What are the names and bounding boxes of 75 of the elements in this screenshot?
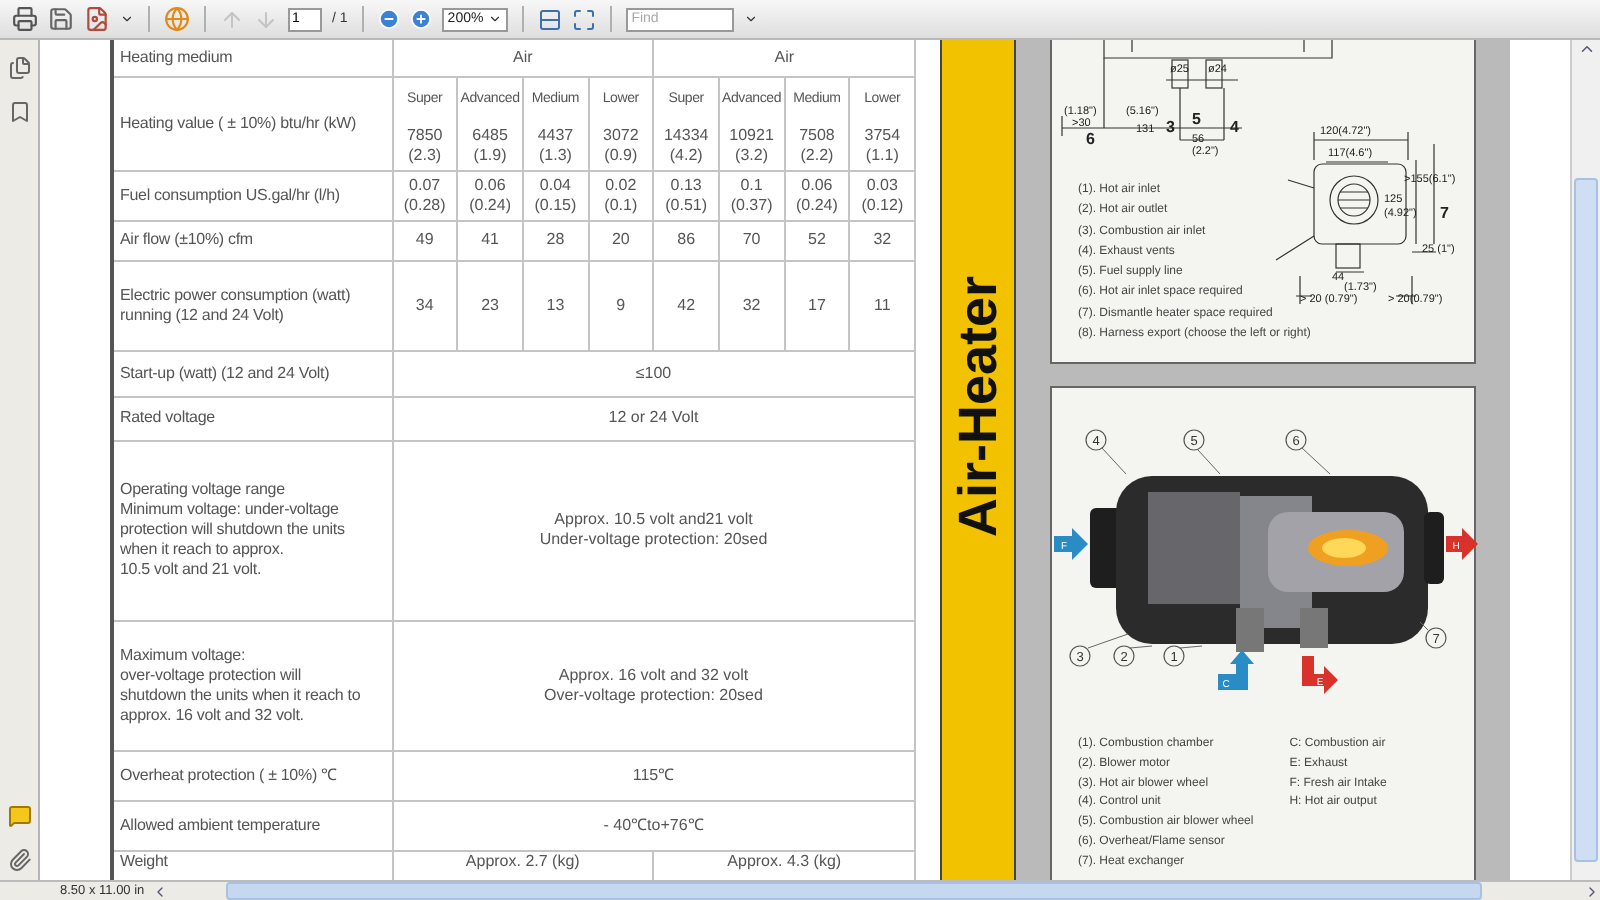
page-view-icon[interactable] [537, 7, 562, 31]
dimension-label: 7 [1440, 204, 1449, 222]
caret-icon[interactable] [487, 12, 502, 26]
table-cell: 20 [588, 220, 654, 260]
table-cell: 0.06 (0.24) [784, 170, 850, 220]
table-cell: 86 [653, 220, 719, 260]
table-cell: 52 [784, 220, 850, 260]
row-label: Maximum voltage: over-voltage protection will shutdown the units when it reach to approx. 16 volt and 32 volt. [112, 620, 392, 750]
dimension-label: 6 [1086, 130, 1095, 148]
table-cell: 3072 (0.9) [588, 124, 654, 170]
paperclip-icon[interactable] [7, 848, 31, 872]
table-cell: 70 [718, 220, 785, 260]
row-label: Rated voltage [112, 396, 392, 440]
table-cell: 0.13 (0.51) [653, 170, 719, 220]
pages-icon[interactable] [7, 56, 31, 80]
table-cell: 32 [718, 260, 785, 350]
dimension-label: 3 [1166, 118, 1175, 136]
caret-icon[interactable] [120, 12, 134, 26]
table-cell: 13 [522, 260, 589, 350]
scroll-right-icon[interactable] [1584, 883, 1600, 899]
row-label: Start-up (watt) (12 and 24 Volt) [112, 350, 392, 396]
table-cell: 32 [849, 220, 915, 260]
zoom-out-icon[interactable] [377, 8, 400, 30]
scrollbar-thumb[interactable] [226, 882, 1483, 900]
table-cell: 3754 (1.1) [849, 124, 915, 170]
table-cell: 17 [784, 260, 850, 350]
row-label: Electric power consumption (watt) running (12 and 24 Volt) [112, 260, 392, 350]
table-cell: 11 [849, 260, 915, 350]
table-cell: 0.1 (0.37) [718, 170, 785, 220]
table-cell: 28 [522, 220, 589, 260]
table-cell: 12 or 24 Volt [392, 396, 915, 440]
table-cell: 7508 (2.2) [784, 124, 850, 170]
table-cell: ≤100 [392, 350, 915, 396]
dimension-label: 4 [1230, 118, 1239, 136]
row-label: Allowed ambient temperature [112, 800, 392, 850]
comment-icon[interactable] [7, 804, 31, 828]
scrollbar-thumb[interactable] [1574, 178, 1598, 862]
table-cell: Approx. 10.5 volt and21 volt Under-voltage protection: 20sed [392, 440, 915, 620]
section-title: Air-Heater [947, 276, 1009, 538]
table-cell: 0.02 (0.1) [588, 170, 654, 220]
table-cell: 23 [457, 260, 523, 350]
caret-icon[interactable] [743, 12, 758, 26]
table-cell: 0.03 (0.12) [849, 170, 915, 220]
table-cell: 9 [588, 260, 654, 350]
row-label: Air flow (±10%) cfm [112, 220, 392, 260]
print-icon[interactable] [12, 6, 38, 32]
table-cell: 115℃ [392, 750, 915, 800]
save-icon[interactable] [48, 6, 74, 32]
row-label: Fuel consumption US.gal/hr (l/h) [112, 170, 392, 220]
table-cell: 0.04 (0.15) [522, 170, 589, 220]
document-icon[interactable] [84, 6, 110, 32]
dimension-label: 5 [1192, 110, 1201, 128]
table-cell: - 40℃to+76℃ [392, 800, 915, 850]
table-cell: 6485 (1.9) [457, 124, 523, 170]
table-cell: 41 [457, 220, 523, 260]
row-label: Heating medium [112, 40, 392, 76]
scroll-up-icon[interactable] [1577, 40, 1595, 58]
table-cell: 10921 (3.2) [718, 124, 785, 170]
zoom-in-icon[interactable] [409, 8, 432, 30]
row-label: Operating voltage range Minimum voltage: under-voltage protection will shutdown the units when it reach to approx. 10.5 volt and 21 volt. [112, 440, 392, 620]
table-cell: 14334 (4.2) [653, 124, 719, 170]
table-cell: 7850 (2.3) [392, 124, 458, 170]
table-cell: 42 [653, 260, 719, 350]
table-cell: 34 [392, 260, 458, 350]
table-cell: 0.07 (0.28) [392, 170, 458, 220]
table-cell: Approx. 16 volt and 32 volt Over-voltage protection: 20sed [392, 620, 915, 750]
table-cell: Air [392, 40, 654, 76]
row-label: Heating value ( ± 10%) btu/hr (kW) [112, 76, 392, 170]
table-cell: 0.06 (0.24) [457, 170, 523, 220]
row-label: Overheat protection ( ± 10%) ℃ [112, 750, 392, 800]
table-cell: 4437 (1.3) [522, 124, 589, 170]
table-cell: 49 [392, 220, 458, 260]
expand-icon[interactable] [571, 7, 596, 31]
bookmark-icon[interactable] [7, 100, 31, 124]
table-cell: Air [653, 40, 915, 76]
